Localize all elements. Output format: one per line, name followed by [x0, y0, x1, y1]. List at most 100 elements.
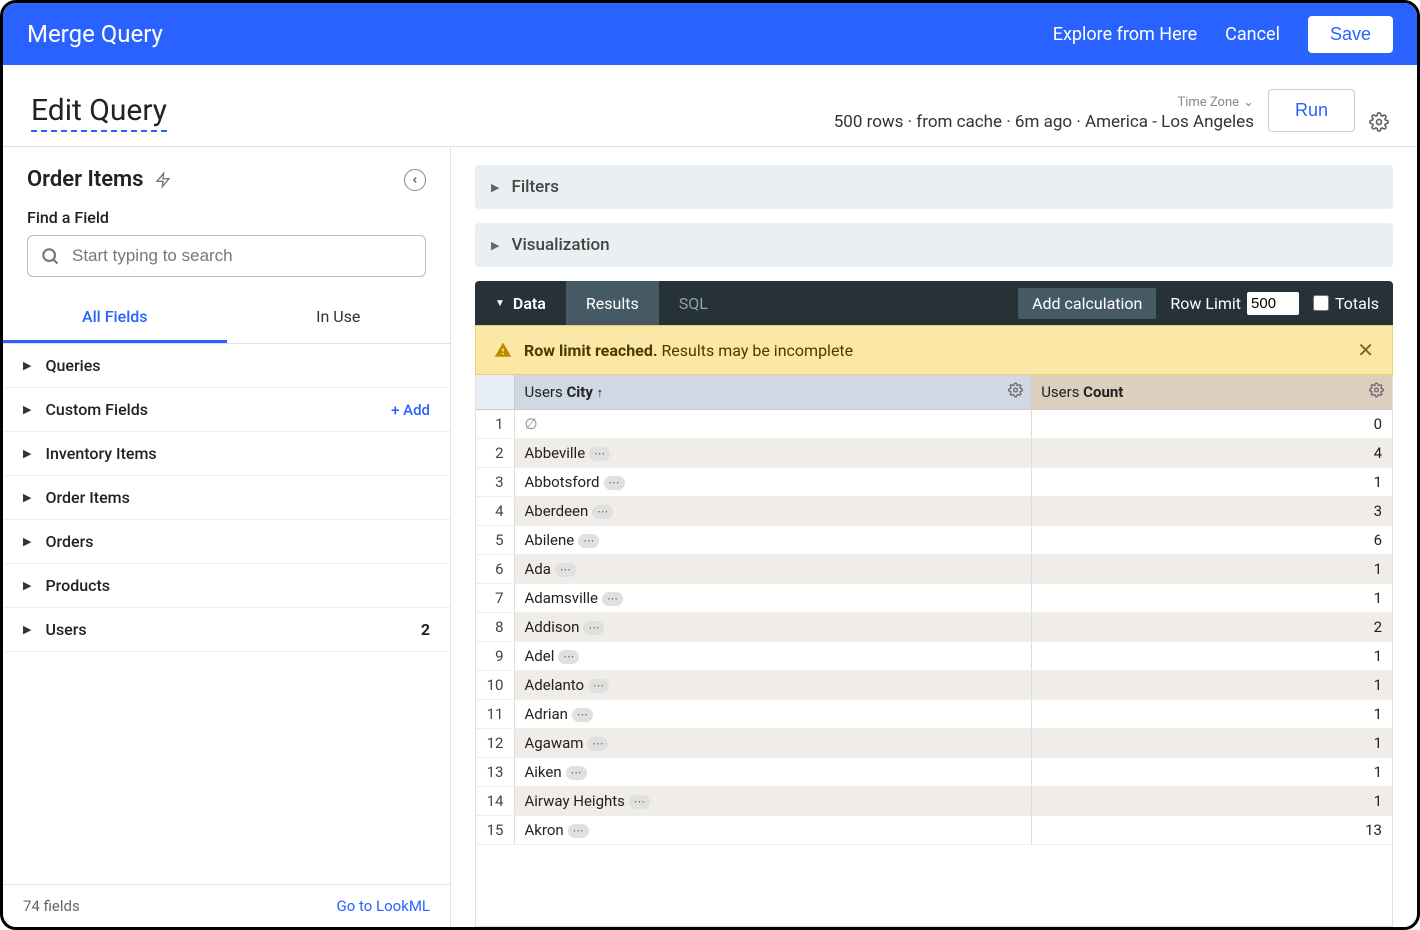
close-icon[interactable]: ✕ — [1357, 338, 1374, 362]
count-cell[interactable]: 1 — [1031, 584, 1392, 613]
gear-icon[interactable] — [1369, 112, 1389, 132]
city-cell[interactable]: Adamsville⋯ — [514, 584, 1031, 613]
more-icon[interactable]: ⋯ — [604, 476, 625, 490]
rownum-header — [476, 375, 514, 410]
field-group-users[interactable]: ▶Users2 — [3, 608, 450, 652]
table-row: 7Adamsville⋯1 — [476, 584, 1392, 613]
timezone-label: Time Zone — [1177, 95, 1239, 110]
sql-tab[interactable]: SQL — [659, 281, 728, 325]
search-input-wrapper[interactable] — [27, 235, 426, 277]
go-to-lookml-link[interactable]: Go to LookML — [337, 897, 431, 915]
sidebar-title: Order Items — [27, 167, 143, 192]
field-group-order-items[interactable]: ▶Order Items — [3, 476, 450, 520]
row-limit-input[interactable] — [1247, 292, 1299, 315]
search-icon — [40, 246, 60, 266]
warning-icon — [494, 341, 512, 359]
table-row: 15Akron⋯13 — [476, 816, 1392, 845]
caret-right-icon: ▶ — [23, 447, 31, 460]
more-icon[interactable]: ⋯ — [629, 795, 650, 809]
table-row: 12Agawam⋯1 — [476, 729, 1392, 758]
city-cell[interactable]: Adelanto⋯ — [514, 671, 1031, 700]
field-group-label: Users — [45, 620, 86, 639]
row-limit-label: Row Limit — [1170, 294, 1241, 313]
table-row: 5Abilene⋯6 — [476, 526, 1392, 555]
city-cell[interactable]: Abbeville⋯ — [514, 439, 1031, 468]
gear-icon[interactable] — [1008, 383, 1023, 402]
more-icon[interactable]: ⋯ — [555, 563, 576, 577]
city-cell[interactable]: Ada⋯ — [514, 555, 1031, 584]
tab-all-fields[interactable]: All Fields — [3, 293, 227, 343]
count-cell[interactable]: 1 — [1031, 787, 1392, 816]
more-icon[interactable]: ⋯ — [602, 592, 623, 606]
cancel-link[interactable]: Cancel — [1225, 24, 1280, 45]
row-number: 9 — [476, 642, 514, 671]
count-cell[interactable]: 1 — [1031, 671, 1392, 700]
timezone-selector[interactable]: Time Zone ⌄ — [1177, 95, 1254, 110]
count-cell[interactable]: 3 — [1031, 497, 1392, 526]
data-tab[interactable]: ▼ Data — [475, 281, 566, 325]
more-icon[interactable]: ⋯ — [558, 650, 579, 664]
add-calculation-button[interactable]: Add calculation — [1018, 288, 1156, 319]
city-cell[interactable]: Adrian⋯ — [514, 700, 1031, 729]
count-cell[interactable]: 4 — [1031, 439, 1392, 468]
count-header[interactable]: Users Count — [1031, 375, 1392, 410]
city-cell[interactable]: Aiken⋯ — [514, 758, 1031, 787]
field-group-custom-fields[interactable]: ▶Custom Fields+ Add — [3, 388, 450, 432]
city-cell[interactable]: Aberdeen⋯ — [514, 497, 1031, 526]
more-icon[interactable]: ⋯ — [572, 708, 593, 722]
more-icon[interactable]: ⋯ — [588, 679, 609, 693]
app-title: Merge Query — [27, 20, 163, 48]
count-cell[interactable]: 1 — [1031, 729, 1392, 758]
visualization-panel[interactable]: ▶ Visualization — [475, 223, 1393, 267]
city-cell[interactable]: Airway Heights⋯ — [514, 787, 1031, 816]
city-cell[interactable]: ∅ — [514, 410, 1031, 439]
table-row: 2Abbeville⋯4 — [476, 439, 1392, 468]
sidebar: Order Items Find a Field All Fields In U… — [3, 147, 451, 927]
count-cell[interactable]: 0 — [1031, 410, 1392, 439]
count-cell[interactable]: 1 — [1031, 700, 1392, 729]
totals-checkbox[interactable] — [1313, 295, 1329, 311]
totals-toggle[interactable]: Totals — [1313, 294, 1379, 313]
filters-panel[interactable]: ▶ Filters — [475, 165, 1393, 209]
field-group-products[interactable]: ▶Products — [3, 564, 450, 608]
caret-right-icon: ▶ — [23, 491, 31, 504]
collapse-sidebar-icon[interactable] — [404, 169, 426, 191]
count-cell[interactable]: 1 — [1031, 642, 1392, 671]
page-title[interactable]: Edit Query — [31, 93, 167, 132]
field-group-label: Queries — [45, 356, 100, 375]
city-cell[interactable]: Abilene⋯ — [514, 526, 1031, 555]
field-group-inventory-items[interactable]: ▶Inventory Items — [3, 432, 450, 476]
save-button[interactable]: Save — [1308, 16, 1393, 53]
find-field-label: Find a Field — [3, 198, 450, 231]
more-icon[interactable]: ⋯ — [566, 766, 587, 780]
search-input[interactable] — [72, 246, 413, 266]
city-cell[interactable]: Abbotsford⋯ — [514, 468, 1031, 497]
count-cell[interactable]: 13 — [1031, 816, 1392, 845]
more-icon[interactable]: ⋯ — [589, 447, 610, 461]
more-icon[interactable]: ⋯ — [578, 534, 599, 548]
results-table: Users City ↑ Users Count — [476, 375, 1392, 845]
results-tab[interactable]: Results — [566, 281, 659, 325]
count-cell[interactable]: 1 — [1031, 555, 1392, 584]
more-icon[interactable]: ⋯ — [583, 621, 604, 635]
more-icon[interactable]: ⋯ — [568, 824, 589, 838]
explore-from-here-link[interactable]: Explore from Here — [1053, 24, 1197, 45]
city-cell[interactable]: Akron⋯ — [514, 816, 1031, 845]
add-custom-field-button[interactable]: + Add — [391, 401, 430, 419]
city-cell[interactable]: Addison⋯ — [514, 613, 1031, 642]
field-group-queries[interactable]: ▶Queries — [3, 344, 450, 388]
run-button[interactable]: Run — [1268, 89, 1355, 132]
count-cell[interactable]: 1 — [1031, 758, 1392, 787]
city-cell[interactable]: Agawam⋯ — [514, 729, 1031, 758]
more-icon[interactable]: ⋯ — [592, 505, 613, 519]
more-icon[interactable]: ⋯ — [587, 737, 608, 751]
count-cell[interactable]: 2 — [1031, 613, 1392, 642]
city-cell[interactable]: Adel⋯ — [514, 642, 1031, 671]
count-cell[interactable]: 6 — [1031, 526, 1392, 555]
gear-icon[interactable] — [1369, 383, 1384, 402]
tab-in-use[interactable]: In Use — [227, 293, 451, 343]
field-group-orders[interactable]: ▶Orders — [3, 520, 450, 564]
city-header[interactable]: Users City ↑ — [514, 375, 1031, 410]
count-cell[interactable]: 1 — [1031, 468, 1392, 497]
field-group-label: Orders — [45, 532, 93, 551]
